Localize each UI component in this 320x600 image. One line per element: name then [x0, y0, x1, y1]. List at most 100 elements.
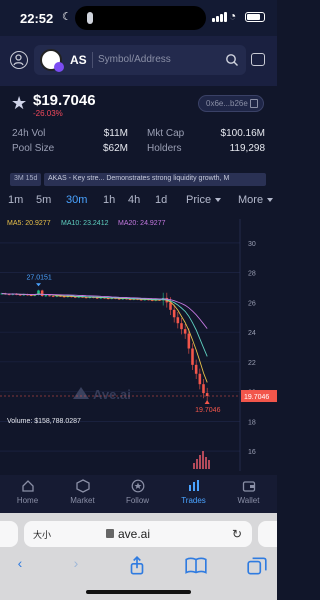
- low-arrow-icon: [204, 400, 210, 405]
- y-tick-label: 26: [248, 300, 256, 307]
- text-size-button[interactable]: 大小: [33, 528, 51, 541]
- copy-icon[interactable]: [250, 99, 258, 108]
- tab-market-label: Market: [70, 496, 95, 505]
- price-dropdown[interactable]: Price: [186, 194, 222, 206]
- follow-icon: [131, 479, 144, 493]
- candle-body: [176, 317, 180, 324]
- home-icon: [21, 480, 34, 492]
- contract-address: 0x6e...b26e: [206, 99, 248, 108]
- high-arrow-icon: [36, 283, 41, 287]
- wallet-icon: [242, 481, 255, 492]
- price-change: -26.03%: [33, 109, 63, 118]
- tab-trades-label: Trades: [181, 496, 206, 505]
- volume-bar: [193, 463, 195, 469]
- volume-bar: [199, 455, 201, 469]
- candle-body: [44, 295, 48, 297]
- tab-home[interactable]: Home: [0, 479, 55, 505]
- tab-follow-label: Follow: [125, 496, 150, 505]
- y-tick-label: 16: [248, 449, 256, 456]
- app-header: AS Symbol/Address: [0, 36, 277, 86]
- volume-bar: [202, 451, 204, 469]
- forward-icon[interactable]: ›: [64, 555, 88, 577]
- tabs-icon[interactable]: [245, 555, 269, 577]
- bookmarks-icon[interactable]: [184, 555, 208, 577]
- tab-wallet-label: Wallet: [237, 496, 260, 505]
- chevron-down-icon: [215, 198, 222, 203]
- y-tick-label: 28: [248, 271, 256, 278]
- candle-body: [172, 309, 176, 318]
- candle-body: [48, 295, 51, 297]
- ma10-line: [1, 293, 208, 357]
- share-icon[interactable]: [125, 555, 149, 577]
- wallet-icon[interactable]: [251, 53, 265, 66]
- volume-bar: [205, 457, 207, 469]
- bottom-tab-bar: Home Market Follow Trades Wallet: [0, 475, 277, 513]
- watermark-text: Ave.ai: [93, 387, 131, 402]
- market-icon: [75, 479, 90, 493]
- timeframe-1h[interactable]: 1h: [103, 194, 115, 206]
- y-tick-label: 24: [248, 330, 256, 337]
- candle-body: [194, 364, 198, 374]
- tab-trades[interactable]: Trades: [166, 479, 221, 505]
- candle-body: [169, 302, 172, 310]
- lock-icon: [106, 529, 114, 538]
- tab-home-label: Home: [16, 496, 39, 505]
- ma5-line: [1, 293, 208, 383]
- stat-label-24h-vol: 24h Vol: [12, 128, 46, 139]
- search-icon[interactable]: [225, 53, 239, 67]
- low-price-label: 19.7046: [195, 407, 220, 414]
- timeframe-1d[interactable]: 1d: [155, 194, 167, 206]
- back-icon[interactable]: ‹: [8, 555, 32, 577]
- search-placeholder: Symbol/Address: [98, 54, 171, 65]
- token-logo: [40, 49, 64, 72]
- home-indicator: [86, 590, 191, 594]
- stat-label-holders: Holders: [147, 143, 182, 154]
- y-tick-label: 30: [248, 241, 256, 248]
- timeframe-5m[interactable]: 5m: [36, 194, 51, 206]
- camera-indicator: [87, 12, 93, 24]
- y-tick-label: 18: [248, 419, 256, 426]
- age-tag: 3M 15d: [10, 173, 42, 186]
- favorite-star-icon[interactable]: ★: [11, 93, 27, 114]
- price-dropdown-label: Price: [186, 194, 212, 206]
- stat-value-pool-size: $62M: [102, 143, 128, 154]
- tab-market[interactable]: Market: [55, 479, 110, 505]
- url-text[interactable]: ave.ai: [118, 527, 150, 541]
- stats-row: Pool Size $62M Holders 119,298: [12, 143, 265, 157]
- candle-body: [187, 333, 191, 349]
- search-input[interactable]: AS Symbol/Address: [34, 45, 246, 75]
- profile-icon[interactable]: [10, 51, 28, 69]
- address-bar[interactable]: 大小 ave.ai ↻: [24, 521, 252, 547]
- candlestick-chart[interactable]: 3028262422201816Ave.ai27.015119.704619.7…: [0, 213, 277, 475]
- stat-value-holders: 119,298: [229, 143, 265, 154]
- volume-bar: [208, 460, 210, 469]
- next-tab-preview[interactable]: [258, 521, 277, 547]
- reload-icon[interactable]: ↻: [232, 527, 242, 541]
- stat-value-24h-vol: $11M: [103, 128, 128, 139]
- timeframe-selector: 1m 5m 30m 1h 4h 1d Price More: [0, 190, 277, 212]
- moon-icon: ☾: [62, 11, 72, 23]
- high-price-label: 27.0151: [27, 274, 52, 281]
- more-dropdown-label: More: [238, 194, 264, 206]
- candle-body: [198, 373, 202, 385]
- chevron-down-icon: [267, 198, 274, 203]
- candle-body: [40, 290, 44, 296]
- stat-value-mkt-cap: $100.16M: [220, 128, 265, 139]
- timeframe-1m[interactable]: 1m: [8, 194, 23, 206]
- candle-body: [180, 323, 183, 330]
- price-chart[interactable]: MA5: 20.9277 MA10: 23.2412 MA20: 24.9277…: [0, 213, 277, 475]
- previous-tab-preview[interactable]: [0, 521, 18, 547]
- more-dropdown[interactable]: More: [238, 194, 274, 206]
- timeframe-30m[interactable]: 30m: [66, 194, 87, 206]
- y-tick-label: 22: [248, 360, 256, 367]
- price-header: ★ $19.7046 -26.03% 0x6e...b26e: [0, 86, 277, 122]
- insight-tag[interactable]: AKAS - Key stre... Demonstrates strong l…: [44, 173, 266, 186]
- token-tags: 3M 15d AKAS - Key stre... Demonstrates s…: [0, 172, 277, 188]
- tab-follow[interactable]: Follow: [110, 479, 165, 505]
- candle-body: [191, 348, 194, 365]
- contract-address-chip[interactable]: 0x6e...b26e: [198, 95, 264, 112]
- tab-wallet[interactable]: Wallet: [221, 479, 276, 505]
- trades-icon: [188, 480, 199, 491]
- clock: 22:52: [20, 11, 54, 26]
- timeframe-4h[interactable]: 4h: [128, 194, 140, 206]
